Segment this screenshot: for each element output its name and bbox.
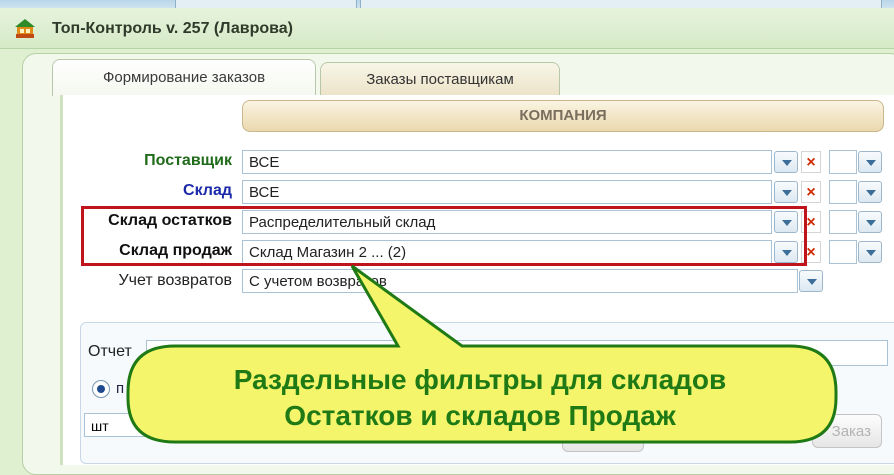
callout-line-2: Остатков и складов Продаж (284, 400, 676, 431)
callout-line-1: Раздельные фильтры для складов (233, 364, 727, 395)
callout-text: Раздельные фильтры для складов Остатков … (140, 362, 820, 434)
